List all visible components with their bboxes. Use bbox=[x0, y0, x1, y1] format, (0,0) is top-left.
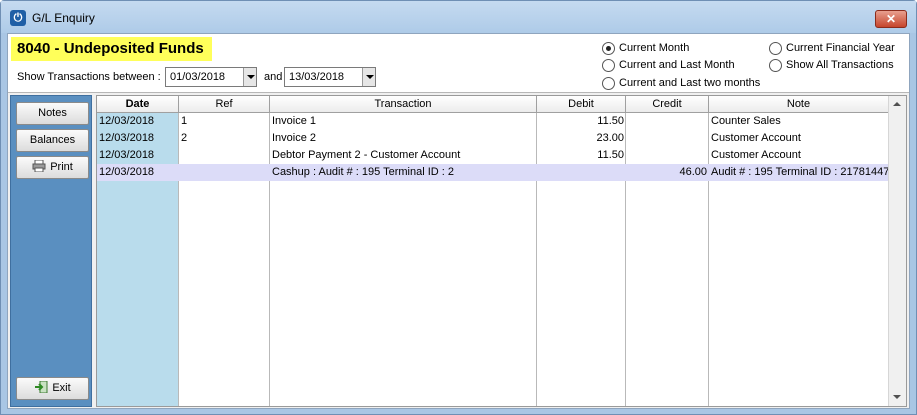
to-date-value: 13/03/2018 bbox=[289, 71, 345, 83]
transactions-table[interactable]: Date Ref Transaction Debit Credit Note 1… bbox=[96, 95, 907, 407]
balances-button[interactable]: Balances bbox=[16, 129, 89, 152]
column-header-debit[interactable]: Debit bbox=[537, 96, 626, 113]
power-icon: ⏻ bbox=[10, 10, 26, 26]
table-row[interactable]: 12/03/2018 1 Invoice 1 11.50 Counter Sal… bbox=[97, 113, 888, 130]
cell-credit bbox=[626, 147, 709, 164]
account-title: 8040 - Undeposited Funds bbox=[11, 37, 212, 61]
window-title: G/L Enquiry bbox=[32, 11, 95, 25]
table-row-selected[interactable]: 12/03/2018 Cashup : Audit # : 195 Termin… bbox=[97, 164, 888, 181]
and-label: and bbox=[264, 71, 283, 83]
from-date-picker[interactable]: 01/03/2018 bbox=[165, 67, 257, 87]
column-header-ref[interactable]: Ref bbox=[179, 96, 270, 113]
cell-credit bbox=[626, 113, 709, 130]
cell-date: 12/03/2018 bbox=[99, 166, 155, 178]
printer-icon bbox=[32, 160, 46, 172]
cell-transaction: Invoice 1 bbox=[272, 115, 317, 127]
cell-transaction: Cashup : Audit # : 195 Terminal ID : 2 bbox=[272, 166, 455, 178]
cell-transaction: Debtor Payment 2 - Customer Account bbox=[272, 149, 461, 161]
radio-circle bbox=[769, 59, 782, 72]
radio-label: Show All Transactions bbox=[786, 59, 894, 71]
scroll-up-icon[interactable] bbox=[889, 96, 906, 113]
cell-ref bbox=[179, 164, 270, 181]
print-label: Print bbox=[50, 161, 73, 173]
cell-note: Audit # : 195 Terminal ID : 21781447 bbox=[711, 166, 888, 178]
table-row[interactable]: 12/03/2018 Debtor Payment 2 - Customer A… bbox=[97, 147, 888, 164]
vertical-scrollbar[interactable] bbox=[888, 96, 906, 406]
scroll-down-icon[interactable] bbox=[889, 389, 906, 406]
column-header-note[interactable]: Note bbox=[709, 96, 888, 113]
to-date-picker[interactable]: 13/03/2018 bbox=[284, 67, 376, 87]
column-header-transaction[interactable]: Transaction bbox=[270, 96, 537, 113]
column-header-credit[interactable]: Credit bbox=[626, 96, 709, 113]
title-bar[interactable]: ⏻ G/L Enquiry ✕ bbox=[1, 1, 916, 33]
table-row[interactable]: 12/03/2018 2 Invoice 2 23.00 Customer Ac… bbox=[97, 130, 888, 147]
radio-label: Current Financial Year bbox=[786, 42, 895, 54]
sidebar: Notes Balances Print Exit bbox=[10, 95, 92, 407]
print-button[interactable]: Print bbox=[16, 156, 89, 179]
gl-enquiry-window: ⏻ G/L Enquiry ✕ 8040 - Undeposited Funds… bbox=[0, 0, 917, 415]
radio-circle bbox=[602, 77, 615, 90]
close-button[interactable]: ✕ bbox=[875, 10, 907, 28]
cell-note: Customer Account bbox=[711, 132, 801, 144]
cell-debit bbox=[537, 164, 626, 181]
chevron-down-icon[interactable] bbox=[243, 68, 256, 86]
exit-button[interactable]: Exit bbox=[16, 377, 89, 400]
cell-date: 12/03/2018 bbox=[99, 132, 155, 144]
cell-debit: 11.50 bbox=[597, 115, 624, 127]
cell-transaction: Invoice 2 bbox=[272, 132, 317, 144]
radio-circle bbox=[602, 59, 615, 72]
radio-circle bbox=[602, 42, 615, 55]
from-date-value: 01/03/2018 bbox=[170, 71, 226, 83]
radio-label: Current Month bbox=[619, 42, 690, 54]
radio-circle bbox=[769, 42, 782, 55]
cell-debit: 23.00 bbox=[596, 132, 624, 144]
header-panel: 8040 - Undeposited Funds Show Transactio… bbox=[8, 34, 909, 93]
radio-label: Current and Last two months bbox=[619, 77, 761, 89]
exit-icon bbox=[35, 381, 48, 393]
cell-note: Counter Sales bbox=[711, 115, 781, 127]
notes-button[interactable]: Notes bbox=[16, 102, 89, 125]
cell-date: 12/03/2018 bbox=[99, 149, 155, 161]
column-header-date[interactable]: Date bbox=[97, 96, 179, 113]
cell-ref: 2 bbox=[181, 132, 188, 144]
exit-label: Exit bbox=[52, 382, 71, 394]
cell-ref: 1 bbox=[181, 115, 188, 127]
cell-date: 12/03/2018 bbox=[99, 115, 155, 127]
cell-credit: 46.00 bbox=[679, 166, 707, 178]
cell-ref bbox=[179, 147, 270, 164]
cell-credit bbox=[626, 130, 709, 147]
cell-note: Customer Account bbox=[711, 149, 801, 161]
radio-label: Current and Last Month bbox=[619, 59, 735, 71]
cell-debit: 11.50 bbox=[597, 149, 624, 161]
table-header: Date Ref Transaction Debit Credit Note bbox=[97, 96, 888, 113]
client-area: 8040 - Undeposited Funds Show Transactio… bbox=[7, 33, 910, 409]
show-transactions-label: Show Transactions between : bbox=[17, 71, 161, 83]
chevron-down-icon[interactable] bbox=[362, 68, 375, 86]
